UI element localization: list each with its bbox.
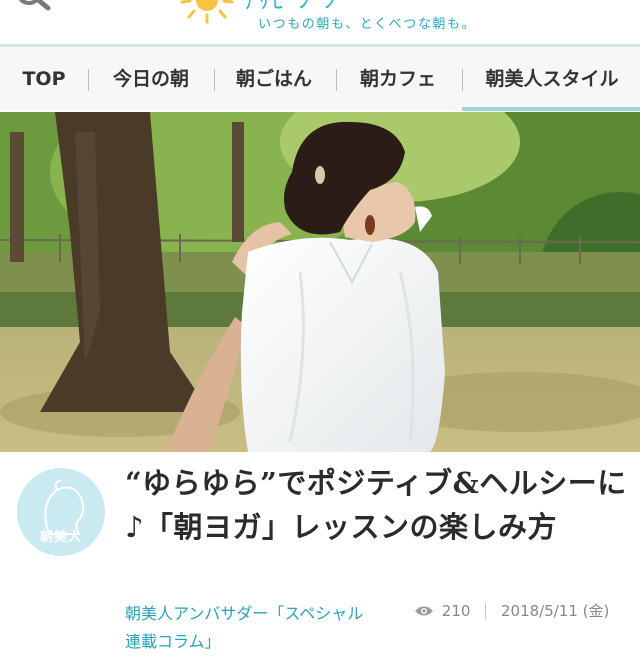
- main-navigation: TOP 今日の朝 朝ごはん 朝カフェ 朝美人スタイル: [0, 47, 640, 111]
- hero-photo: [0, 112, 640, 452]
- meta-separator: [485, 602, 487, 619]
- article-category-link[interactable]: 朝美人アンバサダー「スペシャル連載コラム」: [125, 600, 375, 656]
- sun-logo-icon[interactable]: [178, 0, 236, 24]
- hero-image[interactable]: [0, 112, 640, 452]
- nav-item-beauty-style[interactable]: 朝美人スタイル: [466, 47, 638, 111]
- article-title[interactable]: “ゆらゆら”でポジティブ&ヘルシーに♪「朝ヨガ」レッスンの楽しみ方: [125, 461, 630, 549]
- author-badge[interactable]: 朝美人: [17, 468, 105, 556]
- badge-label: 朝美人: [39, 530, 82, 545]
- nav-separator: [462, 69, 463, 91]
- site-tagline: いつもの朝も、とくべつな朝も。: [258, 17, 477, 32]
- site-logo-text[interactable]: ｱｻﾋﾞｼﾞﾝ: [244, 0, 338, 14]
- view-count: 210: [441, 601, 471, 620]
- nav-separator: [214, 69, 215, 91]
- eye-icon: [415, 606, 433, 615]
- article-meta: 210 2018/5/11 (金): [414, 600, 609, 620]
- publish-date: 2018/5/11 (金): [500, 601, 610, 620]
- nav-separator: [88, 69, 89, 91]
- nav-active-indicator: [462, 107, 640, 111]
- nav-item-top[interactable]: TOP: [6, 47, 82, 111]
- nav-item-today[interactable]: 今日の朝: [96, 47, 206, 111]
- nav-separator: [336, 69, 337, 91]
- nav-item-breakfast[interactable]: 朝ごはん: [220, 47, 328, 111]
- search-icon[interactable]: [14, 0, 54, 16]
- site-header: ｱｻﾋﾞｼﾞﾝ いつもの朝も、とくべつな朝も。: [0, 0, 640, 47]
- nav-item-cafe[interactable]: 朝カフェ: [344, 47, 452, 111]
